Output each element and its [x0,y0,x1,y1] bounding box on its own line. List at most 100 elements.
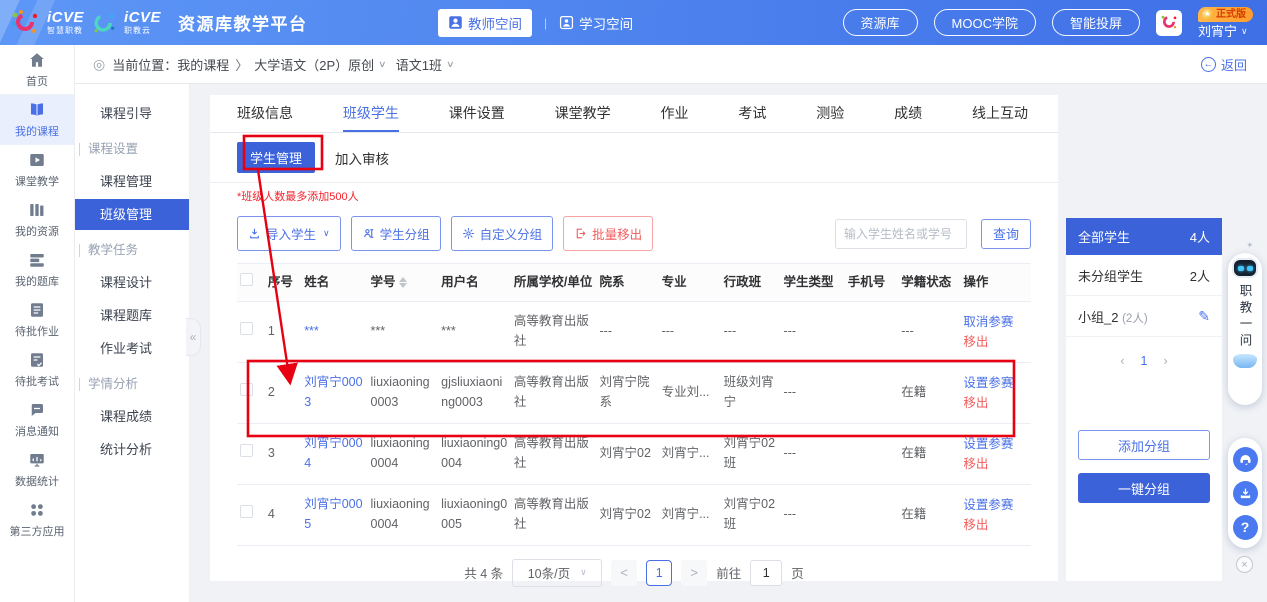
row-checkbox[interactable] [240,383,253,396]
row-checkbox[interactable] [240,322,253,335]
tab-class-info[interactable]: 班级信息 [237,95,293,132]
sidebar-item-my-resources[interactable]: 我的资源 [0,195,74,245]
batch-remove-button[interactable]: 批量移出 [563,216,653,251]
prev-page-button[interactable]: < [611,560,637,586]
sidebar-item-pending-exams[interactable]: 待批考试 [0,345,74,395]
ungrouped-students-row[interactable]: 未分组学生 2人 [1066,255,1222,296]
query-button[interactable]: 查询 [981,219,1031,249]
menu-item-statistics-analysis[interactable]: 统计分析 [75,434,189,465]
user-menu[interactable]: 刘宵宁 ∨ [1198,25,1248,38]
cell-status: --- [898,301,960,362]
avatar[interactable] [1156,10,1182,36]
import-students-button[interactable]: 导入学生∨ [237,216,341,251]
class-tabs: 班级信息 班级学生 课件设置 课堂教学 作业 考试 测验 成绩 线上互动 [210,95,1058,133]
menu-item-homework-exam[interactable]: 作业考试 [75,333,189,364]
row-checkbox[interactable] [240,444,253,457]
cell-name[interactable]: 刘宵宁0003 [301,362,367,423]
cell-name[interactable]: 刘宵宁0004 [301,423,367,484]
sidebar-item-classroom-teaching[interactable]: 课堂教学 [0,145,74,195]
ai-assistant-widget[interactable]: 职教一问 [1228,253,1262,405]
sidebar-item-my-question-bank[interactable]: 我的题库 [0,245,74,295]
tab-courseware-settings[interactable]: 课件设置 [449,95,505,132]
sort-icon[interactable] [399,277,407,288]
add-group-button[interactable]: 添加分组 [1078,430,1210,460]
cell-name[interactable]: 刘宵宁0005 [301,484,367,545]
tab-class-students[interactable]: 班级学生 [343,95,399,132]
help-icon[interactable]: ? [1233,515,1258,540]
cell-status: 在籍 [898,484,960,545]
mooc-academy-button[interactable]: MOOC学院 [934,9,1036,36]
goto-page-input[interactable] [750,560,782,586]
floating-toolbar: ? [1228,438,1262,548]
customer-service-icon[interactable] [1233,447,1258,472]
column-header: 所属学校/单位 [511,264,597,302]
smart-cast-button[interactable]: 智能投屏 [1052,9,1140,36]
sidebar-item-pending-homework[interactable]: 待批作业 [0,295,74,345]
column-header: 序号 [265,264,301,302]
student-grouping-button[interactable]: 学生分组 [351,216,441,251]
tab-classroom-teaching[interactable]: 课堂教学 [555,95,611,132]
action-remove-link[interactable]: 移出 [963,332,1028,352]
nav-teacher-space[interactable]: 教师空间 [438,9,532,37]
menu-item-course-grades[interactable]: 课程成绩 [75,401,189,432]
breadcrumb-my-courses[interactable]: 我的课程 [177,55,229,74]
table-header-row: 序号姓名学号用户名所属学校/单位院系专业行政班学生类型手机号学籍状态操作 [237,264,1031,302]
breadcrumb-course-select[interactable]: 大学语文（2P）原创 [254,55,374,74]
back-button[interactable]: ← 返回 [1201,55,1247,74]
cell-department: --- [597,301,659,362]
custom-grouping-button[interactable]: 自定义分组 [451,216,554,251]
group-next-icon[interactable]: › [1163,354,1167,368]
cell-name[interactable]: *** [301,301,367,362]
robot-icon [1232,258,1258,278]
group-prev-icon[interactable]: ‹ [1120,354,1124,368]
menu-item-course-management[interactable]: 课程管理 [75,166,189,197]
sidebar-collapse-button[interactable]: « [186,318,201,356]
sidebar-item-data-statistics[interactable]: 数据统计 [0,445,74,495]
page-size-select[interactable]: 10条/页 ∨ [512,559,602,587]
action-remove-link[interactable]: 移出 [963,393,1028,413]
row-checkbox[interactable] [240,505,253,518]
close-float-icon[interactable]: × [1236,556,1253,573]
tab-grades[interactable]: 成绩 [894,95,922,132]
group-item[interactable]: 小组_2 (2人) ✎ [1066,296,1222,337]
tab-quiz[interactable]: 测验 [816,95,844,132]
resource-library-button[interactable]: 资源库 [843,9,918,36]
select-all-checkbox[interactable] [240,273,253,286]
edit-group-icon[interactable]: ✎ [1198,308,1210,325]
teacher-space-icon [448,15,463,30]
nav-learning-space[interactable]: 学习空间 [559,13,633,33]
tab-exam[interactable]: 考试 [738,95,766,132]
action-contest-link[interactable]: 设置参赛 [963,434,1028,454]
action-contest-link[interactable]: 设置参赛 [963,373,1028,393]
breadcrumb-class-select[interactable]: 语文1班 [396,55,442,74]
sidebar-item-notifications[interactable]: 消息通知 [0,395,74,445]
tab-homework[interactable]: 作业 [661,95,689,132]
group-page[interactable]: 1 [1141,354,1148,368]
tab-online-interaction[interactable]: 线上互动 [972,95,1028,132]
select-all-header[interactable] [237,264,265,302]
tab-student-management[interactable]: 学生管理 [237,142,315,173]
download-icon[interactable] [1233,481,1258,506]
sidebar-item-third-party-apps[interactable]: 第三方应用 [0,495,74,545]
menu-item-course-guide[interactable]: 课程引导 [75,98,189,129]
action-remove-link[interactable]: 移出 [963,454,1028,474]
all-students-row[interactable]: 全部学生 4人 [1066,218,1222,255]
action-contest-link[interactable]: 设置参赛 [963,495,1028,515]
menu-item-course-question-bank[interactable]: 课程题库 [75,300,189,331]
auto-group-button[interactable]: 一键分组 [1078,473,1210,503]
remove-icon [574,227,587,240]
action-remove-link[interactable]: 移出 [963,515,1028,535]
cell-index: 1 [265,301,301,362]
menu-item-class-management[interactable]: 班级管理 [75,199,189,230]
smart-edu-logo-text: iCVE智慧职教 [47,10,84,35]
sidebar-item-my-courses[interactable]: 我的课程 [0,95,74,145]
action-contest-link[interactable]: 取消参赛 [963,312,1028,332]
menu-item-course-design[interactable]: 课程设计 [75,267,189,298]
total-count: 共 4 条 [464,563,503,582]
current-page-button[interactable]: 1 [646,560,672,586]
sidebar-item-home[interactable]: 首页 [0,45,74,95]
gear-icon [462,227,475,240]
search-input[interactable] [835,219,967,249]
tab-join-review[interactable]: 加入审核 [335,148,389,168]
next-page-button[interactable]: > [681,560,707,586]
